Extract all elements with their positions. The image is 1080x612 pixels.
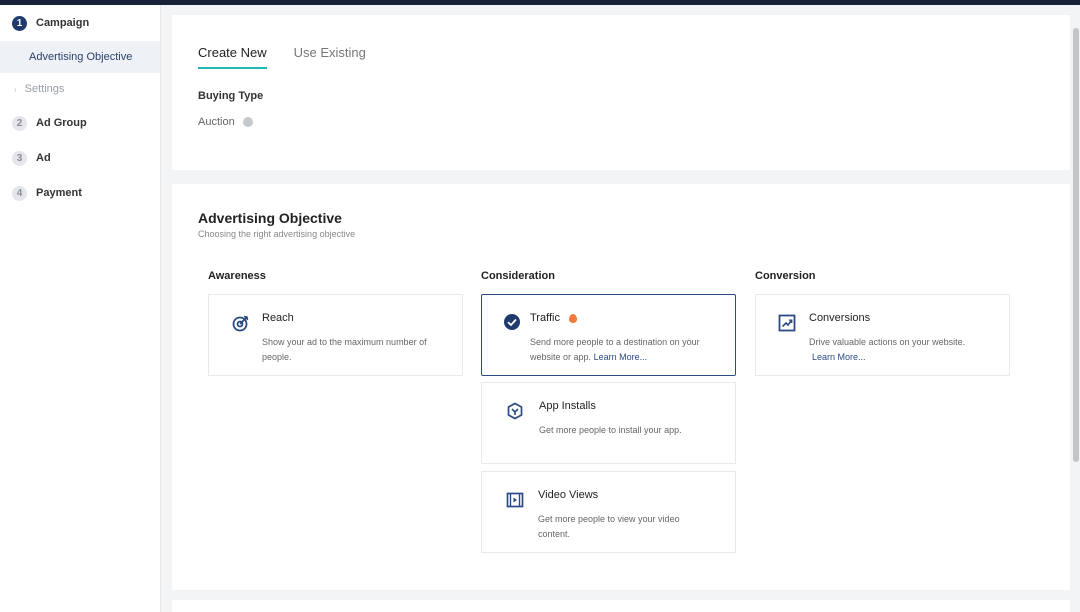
card-title: Video Views xyxy=(538,489,599,501)
card-title: Traffic xyxy=(530,312,578,324)
step-number: 2 xyxy=(12,115,27,131)
sidebar-item-settings[interactable]: › Settings xyxy=(0,79,64,99)
sidebar: 1 Campaign Advertising Objective › Setti… xyxy=(0,5,161,612)
top-bar xyxy=(0,0,1080,5)
card-title: Conversions xyxy=(809,312,871,324)
buying-type-text: Auction xyxy=(198,116,235,128)
objective-panel: Advertising Objective Choosing the right… xyxy=(172,184,1070,590)
card-title: App Installs xyxy=(539,400,596,412)
step-number: 1 xyxy=(12,15,27,31)
objective-card-app-installs[interactable]: App Installs Get more people to install … xyxy=(481,382,736,464)
card-title: Reach xyxy=(262,312,294,324)
next-panel xyxy=(172,600,1070,612)
card-description-text: Drive valuable actions on your website. xyxy=(809,337,966,347)
buying-type-label: Buying Type xyxy=(198,90,264,102)
card-description: Get more people to view your video conte… xyxy=(538,514,680,539)
conversions-icon xyxy=(778,314,796,332)
objective-card-traffic[interactable]: Traffic Send more people to a destinatio… xyxy=(481,294,736,376)
column-header-awareness: Awareness xyxy=(208,270,266,282)
section-subtitle: Choosing the right advertising objective xyxy=(198,229,356,239)
chevron-right-icon: › xyxy=(14,84,17,94)
card-description: Get more people to install your app. xyxy=(539,425,682,435)
tab-use-existing[interactable]: Use Existing xyxy=(294,45,366,69)
reach-icon xyxy=(232,315,249,332)
card-title-text: Traffic xyxy=(530,312,560,324)
objective-card-reach[interactable]: Reach Show your ad to the maximum number… xyxy=(208,294,463,376)
flame-icon xyxy=(569,313,578,323)
check-circle-icon xyxy=(504,314,520,330)
step-label: Ad xyxy=(36,152,51,164)
video-views-icon xyxy=(506,492,524,508)
sidebar-step-campaign[interactable]: 1 Campaign xyxy=(12,13,89,33)
section-title: Advertising Objective xyxy=(198,210,342,226)
info-icon[interactable] xyxy=(242,117,253,127)
card-description: Drive valuable actions on your website. … xyxy=(809,335,999,365)
step-label: Ad Group xyxy=(36,117,87,129)
sidebar-item-label: Settings xyxy=(24,83,65,95)
sidebar-step-ad-group[interactable]: 2 Ad Group xyxy=(12,113,87,133)
sidebar-item-advertising-objective[interactable]: Advertising Objective xyxy=(0,41,160,73)
step-number: 3 xyxy=(12,150,27,166)
step-label: Campaign xyxy=(36,17,90,29)
buying-type-value: Auction xyxy=(198,116,253,128)
sidebar-step-payment[interactable]: 4 Payment xyxy=(12,183,82,203)
objective-card-conversions[interactable]: Conversions Drive valuable actions on yo… xyxy=(755,294,1010,376)
campaign-panel: Create New Use Existing Buying Type Auct… xyxy=(172,15,1070,170)
column-header-conversion: Conversion xyxy=(755,270,816,282)
card-description: Show your ad to the maximum number of pe… xyxy=(262,337,427,362)
objective-card-video-views[interactable]: Video Views Get more people to view your… xyxy=(481,471,736,553)
learn-more-link[interactable]: Learn More... xyxy=(812,352,866,362)
step-number: 4 xyxy=(12,185,27,201)
app-installs-icon xyxy=(507,402,523,420)
card-description: Send more people to a destination on you… xyxy=(530,335,720,365)
learn-more-link[interactable]: Learn More... xyxy=(594,352,648,362)
sidebar-step-ad[interactable]: 3 Ad xyxy=(12,148,51,168)
tab-bar: Create New Use Existing xyxy=(198,45,393,69)
scrollbar-thumb[interactable] xyxy=(1073,28,1079,462)
step-label: Payment xyxy=(36,187,82,199)
tab-create-new[interactable]: Create New xyxy=(198,45,267,69)
column-header-consideration: Consideration xyxy=(481,270,555,282)
